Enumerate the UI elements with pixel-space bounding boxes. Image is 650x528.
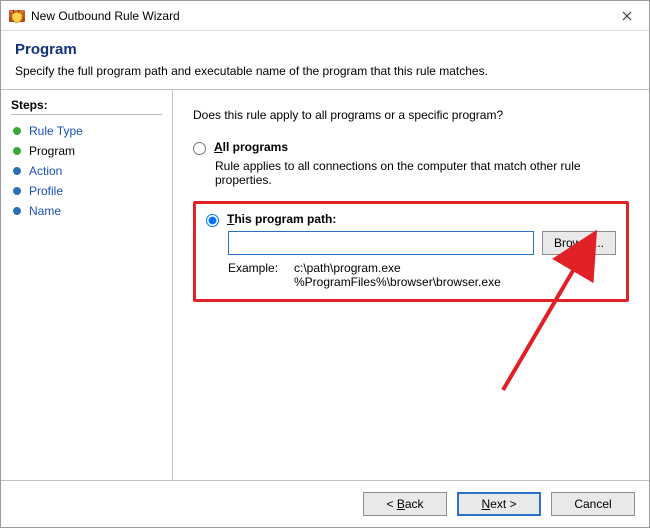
close-icon bbox=[622, 11, 632, 21]
option-all-programs[interactable]: All programs bbox=[193, 140, 629, 155]
header-section: Program Specify the full program path an… bbox=[1, 31, 649, 90]
titlebar: New Outbound Rule Wizard bbox=[1, 1, 649, 31]
step-link[interactable]: Program bbox=[29, 144, 75, 158]
step-program[interactable]: Program bbox=[11, 141, 162, 161]
bullet-icon bbox=[13, 127, 21, 135]
step-action[interactable]: Action bbox=[11, 161, 162, 181]
prompt-text: Does this rule apply to all programs or … bbox=[193, 108, 629, 122]
body: Steps: Rule Type Program Action Profile bbox=[1, 90, 649, 480]
wizard-window: New Outbound Rule Wizard Program Specify… bbox=[0, 0, 650, 528]
window-title: New Outbound Rule Wizard bbox=[31, 9, 180, 23]
example-paths: c:\path\program.exe %ProgramFiles%\brows… bbox=[294, 261, 501, 289]
step-link[interactable]: Rule Type bbox=[29, 124, 83, 138]
highlight-annotation: This program path: Browse... Example: c:… bbox=[193, 201, 629, 302]
step-link[interactable]: Action bbox=[29, 164, 62, 178]
steps-sidebar: Steps: Rule Type Program Action Profile bbox=[1, 90, 173, 480]
back-button[interactable]: < Back bbox=[363, 492, 447, 516]
steps-title: Steps: bbox=[11, 98, 162, 115]
step-link[interactable]: Name bbox=[29, 204, 61, 218]
bullet-icon bbox=[13, 187, 21, 195]
firewall-icon bbox=[9, 8, 25, 24]
desc-all-programs: Rule applies to all connections on the c… bbox=[215, 159, 629, 187]
bullet-icon bbox=[13, 207, 21, 215]
page-title: Program bbox=[15, 41, 635, 58]
step-link[interactable]: Profile bbox=[29, 184, 63, 198]
bullet-icon bbox=[13, 167, 21, 175]
step-rule-type[interactable]: Rule Type bbox=[11, 121, 162, 141]
cancel-button[interactable]: Cancel bbox=[551, 492, 635, 516]
label-all-programs: All programs bbox=[214, 140, 288, 154]
step-name[interactable]: Name bbox=[11, 201, 162, 221]
footer-buttons: < Back Next > Cancel bbox=[1, 480, 649, 527]
radio-this-program[interactable] bbox=[206, 214, 219, 227]
bullet-icon bbox=[13, 147, 21, 155]
step-profile[interactable]: Profile bbox=[11, 181, 162, 201]
main-panel: Does this rule apply to all programs or … bbox=[173, 90, 649, 480]
next-button[interactable]: Next > bbox=[457, 492, 541, 516]
option-this-program[interactable]: This program path: bbox=[206, 212, 616, 227]
close-button[interactable] bbox=[604, 1, 649, 31]
example-label: Example: bbox=[228, 261, 294, 289]
label-this-program: This program path: bbox=[227, 212, 336, 226]
radio-all-programs[interactable] bbox=[193, 142, 206, 155]
page-description: Specify the full program path and execut… bbox=[15, 64, 635, 78]
program-path-input[interactable] bbox=[228, 231, 534, 255]
browse-button[interactable]: Browse... bbox=[542, 231, 616, 255]
